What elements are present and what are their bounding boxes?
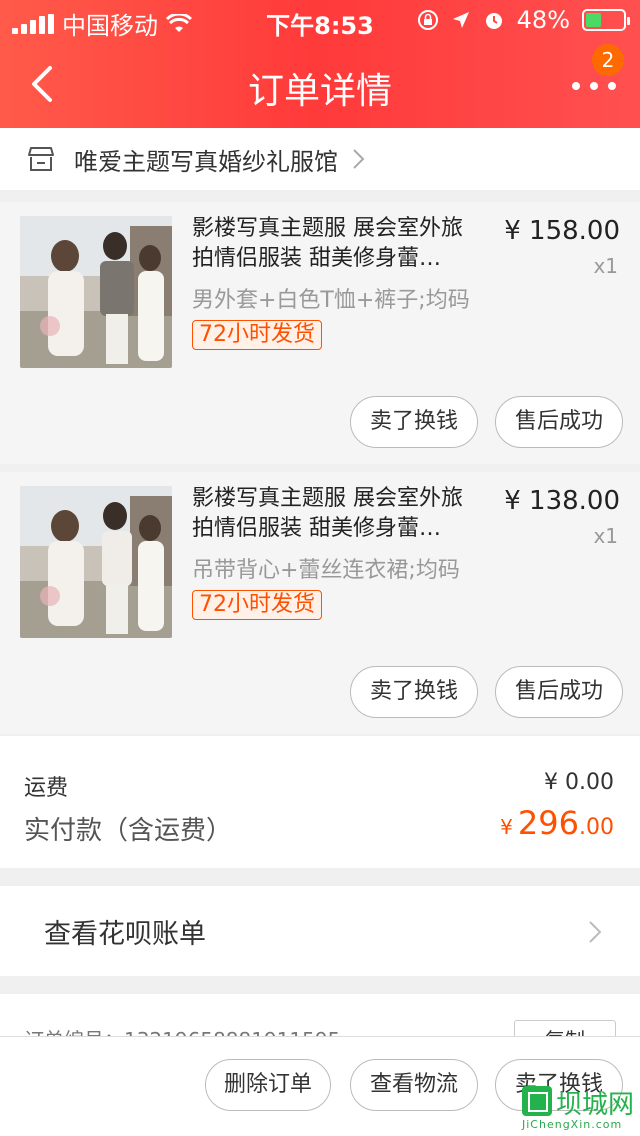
item-sku: 男外套+白色T恤+裤子;均码 [192,288,470,313]
product-title-line2: 拍情侣服装 甜美修身蕾… [192,516,441,541]
payment-summary: 运费 ¥ 0.00 实付款（含运费） ¥ 296.00 [0,736,640,868]
location-icon [452,12,469,28]
after-sale-status-button[interactable]: 售后成功 [495,666,623,718]
shipping-fee-value: ¥ 0.00 [544,770,614,795]
watermark-text: 坝城网 [556,1090,635,1120]
paid-amount-label: 实付款（含运费） [24,816,233,846]
shipping-tag: 72小时发货 [192,590,322,620]
view-logistics-button[interactable]: 查看物流 [350,1059,478,1111]
item-quantity: x1 [593,524,618,548]
watermark-logo: 坝城网 JiChengXin.com [522,1082,634,1132]
paid-decimal: .00 [579,815,614,840]
shipping-fee-label: 运费 [24,776,69,801]
notification-badge: 2 [592,44,624,76]
shop-row[interactable]: 唯爱主题写真婚纱礼服馆 [0,128,640,190]
store-icon [28,147,54,171]
page-title: 订单详情 [247,71,392,112]
status-bar: 中国移动 下午8:53 48% [0,0,640,40]
delete-order-button[interactable]: 删除订单 [205,1059,331,1111]
item-sku: 吊带背心+蕾丝连衣裙;均码 [192,558,460,583]
chevron-right-icon [353,149,365,169]
status-right: 48% [417,6,630,34]
chevron-right-icon [589,921,602,943]
product-title-line2: 拍情侣服装 甜美修身蕾… [192,246,441,271]
order-item[interactable]: 影楼写真主题服 展会室外旅 拍情侣服装 甜美修身蕾… ¥ 158.00 x1 男… [0,202,640,464]
shop-name: 唯爱主题写真婚纱礼服馆 [74,147,338,176]
battery-icon [582,9,630,31]
product-image[interactable] [20,216,172,368]
alarm-icon [485,13,502,29]
watermark-subtext: JiChengXin.com [522,1118,623,1131]
product-image[interactable] [20,486,172,638]
paid-integer: 296 [517,804,579,842]
battery-percent: 48% [516,6,570,34]
shipping-tag: 72小时发货 [192,320,322,350]
item-quantity: x1 [593,254,618,278]
product-title[interactable]: 影楼写真主题服 展会室外旅 拍情侣服装 甜美修身蕾… [192,214,496,274]
huabei-bill-label: 查看花呗账单 [44,918,206,950]
huabei-bill-row[interactable]: 查看花呗账单 [0,886,640,976]
product-title-line1: 影楼写真主题服 展会室外旅 [192,486,463,511]
item-price: ¥ 138.00 [504,486,620,516]
order-item[interactable]: 影楼写真主题服 展会室外旅 拍情侣服装 甜美修身蕾… ¥ 138.00 x1 吊… [0,472,640,734]
item-price: ¥ 158.00 [504,216,620,246]
bottom-action-bar: 删除订单 查看物流 卖了换钱 坝城网 JiChengXin.com [0,1036,640,1136]
sell-button[interactable]: 卖了换钱 [350,666,478,718]
sell-button[interactable]: 卖了换钱 [350,396,478,448]
nav-bar: 订单详情 [0,40,640,128]
product-title-line1: 影楼写真主题服 展会室外旅 [192,216,463,241]
paid-amount-value: ¥ 296.00 [500,804,614,842]
after-sale-status-button[interactable]: 售后成功 [495,396,623,448]
rotation-lock-icon [417,10,438,30]
header: 中国移动 下午8:53 48% 订单详情 2 [0,0,640,128]
paid-currency: ¥ [500,815,513,839]
product-title[interactable]: 影楼写真主题服 展会室外旅 拍情侣服装 甜美修身蕾… [192,484,496,544]
